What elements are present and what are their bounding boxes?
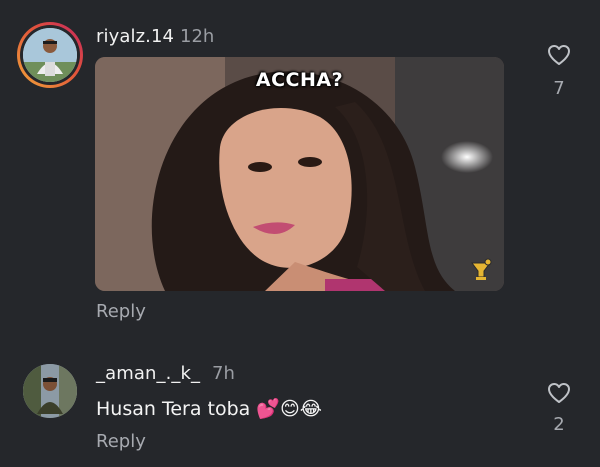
like-button[interactable] <box>546 382 572 408</box>
gif-caption: ACCHA? <box>255 69 344 91</box>
comment-timestamp: 12h <box>180 26 215 47</box>
heart-outline-icon <box>547 383 571 408</box>
avatar-aman[interactable] <box>23 364 77 418</box>
avatar-riyalz[interactable] <box>17 22 83 88</box>
like-count: 2 <box>553 414 565 435</box>
comment-text: Husan Tera toba 💕😊😂 <box>96 398 322 420</box>
giphy-sticker-icon <box>468 257 494 283</box>
comment-gif[interactable]: ACCHA? <box>95 57 504 291</box>
like-count: 7 <box>553 78 565 99</box>
heart-outline-icon <box>547 45 571 70</box>
reply-button[interactable]: Reply <box>96 301 146 322</box>
reply-button[interactable]: Reply <box>96 431 146 452</box>
comment-username[interactable]: _aman_._k_ <box>96 363 200 384</box>
comment-timestamp: 7h <box>212 363 235 384</box>
comments-screen: riyalz.14 12h ACCHA? Reply 7 _aman_._k_ … <box>0 0 600 467</box>
comment-username[interactable]: riyalz.14 <box>96 26 174 47</box>
avatar-photo <box>23 28 77 82</box>
like-button[interactable] <box>546 44 572 70</box>
